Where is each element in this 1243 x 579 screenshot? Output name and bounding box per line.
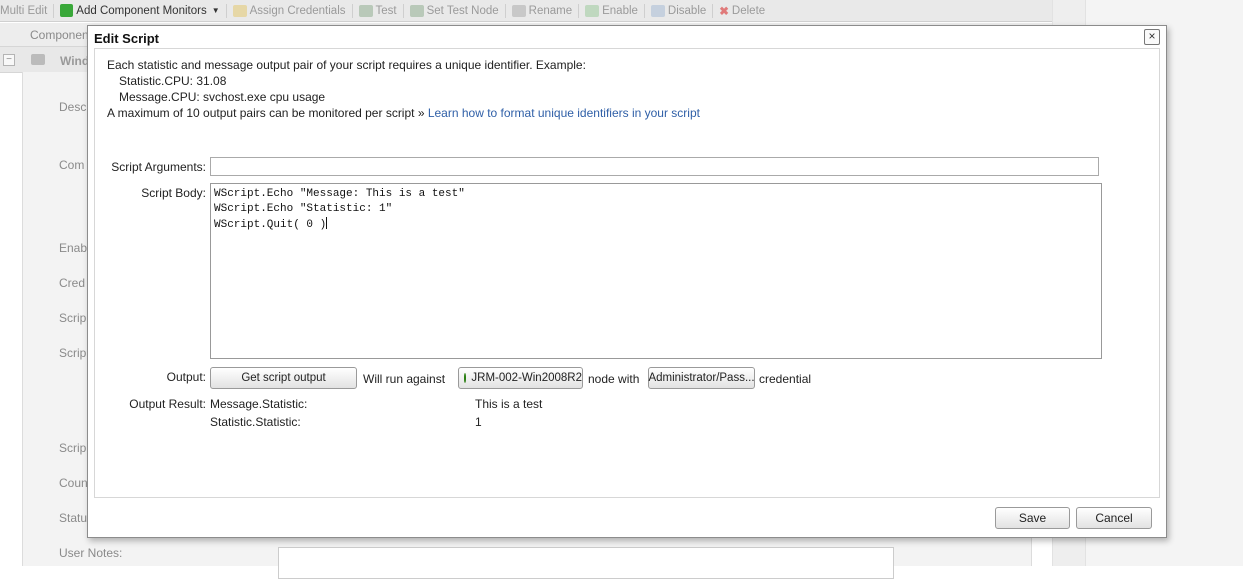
node-icon xyxy=(409,4,424,17)
rename-icon xyxy=(511,4,526,17)
test-button[interactable]: Test xyxy=(353,4,403,17)
credential-button[interactable]: Administrator/Pass... xyxy=(648,367,755,389)
script-line: WScript.Quit( 0 ) xyxy=(214,219,327,231)
info-text: Each statistic and message output pair o… xyxy=(107,58,586,72)
output-result-label: Output Result: xyxy=(129,397,206,411)
node-with-text: node with xyxy=(588,372,640,386)
save-button[interactable]: Save xyxy=(995,507,1070,529)
dialog-title: Edit Script xyxy=(94,31,160,46)
dialog-body: Each statistic and message output pair o… xyxy=(94,48,1160,498)
enable-button[interactable]: Enable xyxy=(579,4,644,17)
plus-icon xyxy=(60,4,74,17)
script-line: WScript.Echo "Statistic: 1" xyxy=(214,203,393,215)
max-pairs-text: A maximum of 10 output pairs can be moni… xyxy=(107,106,700,120)
text-caret xyxy=(326,217,328,229)
get-script-output-button[interactable]: Get script output xyxy=(210,367,357,389)
format-identifiers-link[interactable]: Learn how to format unique identifiers i… xyxy=(428,106,700,120)
close-icon[interactable]: × xyxy=(1144,29,1160,45)
disable-icon xyxy=(650,4,665,17)
user-notes-label: User Notes: xyxy=(59,546,123,560)
will-run-against-text: Will run against xyxy=(363,372,446,386)
collapse-icon[interactable]: − xyxy=(3,54,15,66)
script-line: WScript.Echo "Message: This is a test" xyxy=(214,188,465,200)
component-icon xyxy=(31,54,45,65)
count-label: Coun xyxy=(59,476,88,490)
user-notes-input[interactable] xyxy=(278,547,894,579)
enable-icon xyxy=(585,4,600,17)
test-node-button[interactable]: JRM-002-Win2008R2 xyxy=(458,367,583,389)
enable-label: Enab xyxy=(59,241,88,255)
script-label: Scrip xyxy=(59,311,87,325)
credential-text: credential xyxy=(759,372,812,386)
test-icon xyxy=(358,4,373,17)
chevron-down-icon: ▼ xyxy=(211,6,220,15)
delete-icon: ✖ xyxy=(719,5,729,18)
example-statistic: Statistic.CPU: 31.08 xyxy=(119,74,227,88)
script-body-editor[interactable]: WScript.Echo "Message: This is a test" WS… xyxy=(210,183,1102,359)
result-name: Message.Statistic: xyxy=(210,397,308,411)
key-icon xyxy=(232,4,247,17)
output-label: Output: xyxy=(166,370,206,384)
multi-edit-button[interactable]: Multi Edit xyxy=(0,5,53,17)
node-status-icon xyxy=(464,373,467,383)
result-value: This is a test xyxy=(475,397,543,411)
rename-button[interactable]: Rename xyxy=(506,4,578,17)
cancel-button[interactable]: Cancel xyxy=(1076,507,1152,529)
set-test-node-button[interactable]: Set Test Node xyxy=(404,4,505,17)
component-label: Com xyxy=(59,158,85,172)
add-component-monitors-button[interactable]: Add Component Monitors ▼ xyxy=(54,4,225,17)
script-arguments-input[interactable] xyxy=(210,157,1099,176)
script-arguments-label: Script Arguments: xyxy=(111,160,206,174)
script-label: Scrip xyxy=(59,346,87,360)
status-label: Statu xyxy=(59,511,88,525)
toolbar: Multi Edit Add Component Monitors ▼ Assi… xyxy=(0,0,1052,22)
assign-credentials-button[interactable]: Assign Credentials xyxy=(227,4,352,17)
result-name: Statistic.Statistic: xyxy=(210,415,301,429)
description-label: Desc xyxy=(59,100,87,114)
example-message: Message.CPU: svchost.exe cpu usage xyxy=(119,90,326,104)
edit-script-dialog: Edit Script × Each statistic and message… xyxy=(87,25,1167,538)
credential-label: Cred xyxy=(59,276,86,290)
disable-button[interactable]: Disable xyxy=(645,4,712,17)
script-label: Scrip xyxy=(59,441,87,455)
delete-button[interactable]: ✖ Delete xyxy=(713,4,771,18)
result-value: 1 xyxy=(475,415,482,429)
script-body-label: Script Body: xyxy=(141,186,206,200)
